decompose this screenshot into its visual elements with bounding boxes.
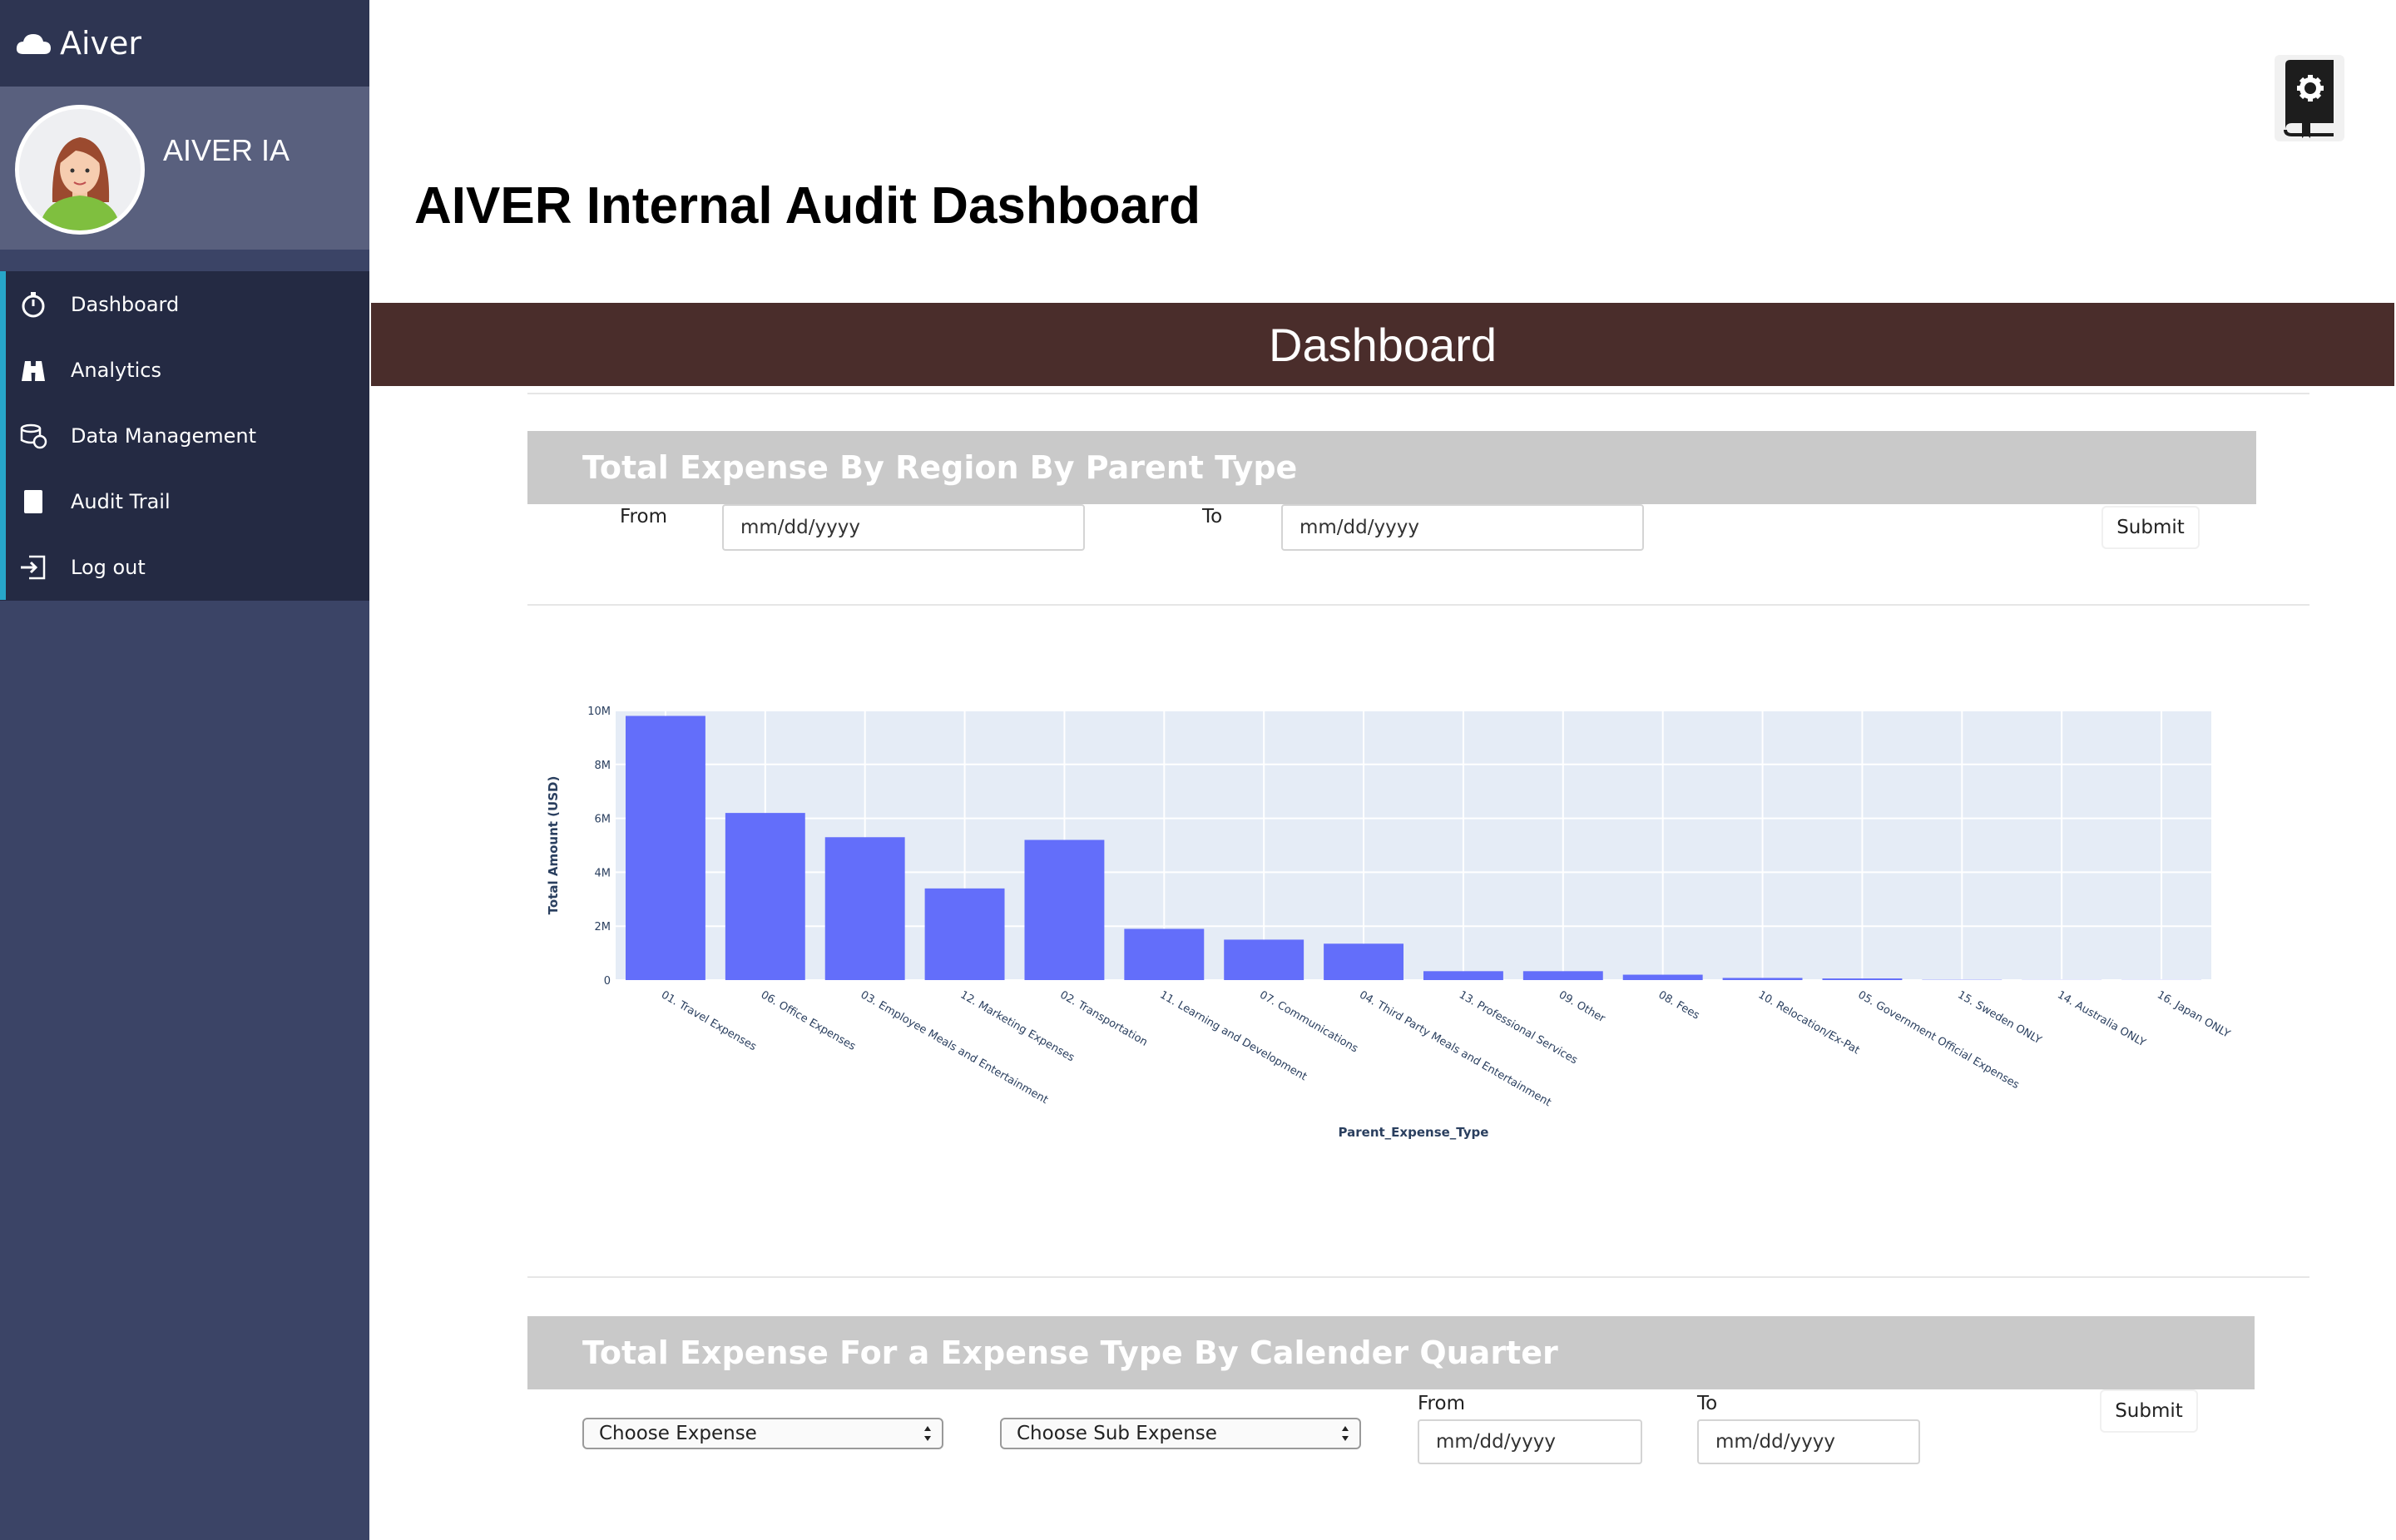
y-tick-label: 4M xyxy=(595,867,611,879)
bar xyxy=(1522,971,1603,980)
bar xyxy=(1224,939,1304,980)
to-date-input[interactable] xyxy=(1697,1419,1920,1464)
from-label: From xyxy=(620,506,667,527)
brand-name: Aiver xyxy=(60,25,142,62)
sub-expense-select-value: Choose Sub Expense xyxy=(1017,1423,1217,1444)
page-title: AIVER Internal Audit Dashboard xyxy=(414,177,1201,235)
dashboard-banner-title: Dashboard xyxy=(1269,318,1497,371)
sidebar-item-dashboard[interactable]: Dashboard xyxy=(0,271,369,337)
x-tick-label: 01. Travel Expenses xyxy=(659,988,759,1053)
x-tick-label: 08. Fees xyxy=(1656,988,1702,1022)
settings-book-icon xyxy=(2284,60,2334,138)
y-tick-label: 0 xyxy=(604,975,611,988)
bar xyxy=(1822,978,1903,980)
y-tick-label: 6M xyxy=(595,814,611,826)
bar xyxy=(824,837,905,980)
y-tick-label: 10M xyxy=(587,706,611,718)
sidebar-nav: Dashboard Analytics Data Management Audi… xyxy=(0,271,369,601)
avatar[interactable] xyxy=(15,105,145,235)
x-tick-label: 09. Other xyxy=(1557,988,1608,1025)
submit-button[interactable]: Submit xyxy=(2101,506,2200,549)
divider xyxy=(527,1276,2309,1278)
x-axis-title: Parent_Expense_Type xyxy=(1339,1125,1489,1140)
database-icon xyxy=(17,420,49,452)
sub-expense-select[interactable]: Choose Sub Expense xyxy=(1000,1418,1361,1449)
bar xyxy=(1124,928,1205,980)
to-label: To xyxy=(1697,1393,1718,1414)
cloud-icon xyxy=(16,34,51,54)
to-date-input[interactable] xyxy=(1281,504,1644,551)
brand[interactable]: Aiver xyxy=(0,0,369,87)
to-label: To xyxy=(1202,506,1223,527)
document-icon xyxy=(17,486,49,517)
panel-header-expense-by-region: Total Expense By Region By Parent Type xyxy=(527,431,2256,504)
y-axis-title: Total Amount (USD) xyxy=(546,776,561,915)
bar xyxy=(1024,839,1105,980)
expense-bar-chart: 0 2M 4M 6M 8M 10M 01. Travel Expenses 06. Offic… xyxy=(546,706,2232,1140)
expense-select-value: Choose Expense xyxy=(599,1423,757,1444)
divider xyxy=(527,604,2309,606)
sidebar-item-log-out[interactable]: Log out xyxy=(0,534,369,600)
x-tick-label: 14. Australia ONLY xyxy=(2055,988,2147,1049)
x-tick-label: 07. Communications xyxy=(1257,988,1360,1055)
x-tick-label: 10. Relocation/Ex-Pat xyxy=(1756,988,1862,1057)
panel-title: Total Expense For a Expense Type By Cale… xyxy=(582,1335,1558,1371)
bar xyxy=(1722,978,1803,980)
x-tick-label: 06. Office Expenses xyxy=(759,988,858,1053)
from-date-input[interactable] xyxy=(1418,1419,1642,1464)
bar xyxy=(1324,943,1404,980)
sidebar-item-analytics[interactable]: Analytics xyxy=(0,337,369,403)
x-tick-label: 05. Government Official Expenses xyxy=(1855,988,2021,1092)
x-tick-label: 04. Third Party Meals and Entertainment xyxy=(1357,988,1553,1109)
bar xyxy=(924,888,1005,980)
sidebar-item-label: Audit Trail xyxy=(71,489,171,513)
bar xyxy=(1622,974,1703,980)
expense-select[interactable]: Choose Expense xyxy=(582,1418,943,1449)
y-tick-label: 8M xyxy=(595,760,611,772)
sidebar-item-data-management[interactable]: Data Management xyxy=(0,403,369,468)
panel-title: Total Expense By Region By Parent Type xyxy=(582,449,1298,486)
x-tick-label: 15. Sweden ONLY xyxy=(1955,988,2043,1047)
bar xyxy=(625,716,705,980)
sidebar-item-audit-trail[interactable]: Audit Trail xyxy=(0,468,369,534)
user-avatar-icon xyxy=(39,137,121,230)
from-label: From xyxy=(1418,1393,1465,1414)
sidebar-item-label: Analytics xyxy=(71,358,161,382)
x-tick-label: 03. Employee Meals and Entertainment xyxy=(859,988,1050,1107)
sidebar-item-label: Dashboard xyxy=(71,292,180,316)
dashboard-banner: Dashboard xyxy=(371,303,2394,386)
binoculars-icon xyxy=(17,354,49,386)
y-tick-label: 2M xyxy=(595,921,611,933)
profile: AIVER IA xyxy=(0,87,369,250)
divider xyxy=(527,393,2309,394)
x-tick-label: 02. Transportation xyxy=(1057,988,1149,1048)
panel-header-expense-by-quarter: Total Expense For a Expense Type By Cale… xyxy=(527,1316,2255,1389)
from-date-input[interactable] xyxy=(722,504,1085,551)
bar xyxy=(1423,971,1503,980)
stopwatch-icon xyxy=(17,289,49,320)
profile-name: AIVER IA xyxy=(163,133,290,167)
select-arrows-icon xyxy=(924,1426,931,1441)
sidebar: Aiver AIVER IA Dashboard Analytics Data … xyxy=(0,0,369,1540)
sidebar-item-label: Log out xyxy=(71,555,146,579)
settings-button[interactable] xyxy=(2275,55,2344,141)
logout-icon xyxy=(17,552,49,583)
submit-button[interactable]: Submit xyxy=(2100,1389,2198,1433)
sidebar-item-label: Data Management xyxy=(71,423,257,448)
bar xyxy=(725,813,805,980)
select-arrows-icon xyxy=(1342,1426,1349,1441)
x-tick-label: 16. Japan ONLY xyxy=(2155,988,2232,1040)
